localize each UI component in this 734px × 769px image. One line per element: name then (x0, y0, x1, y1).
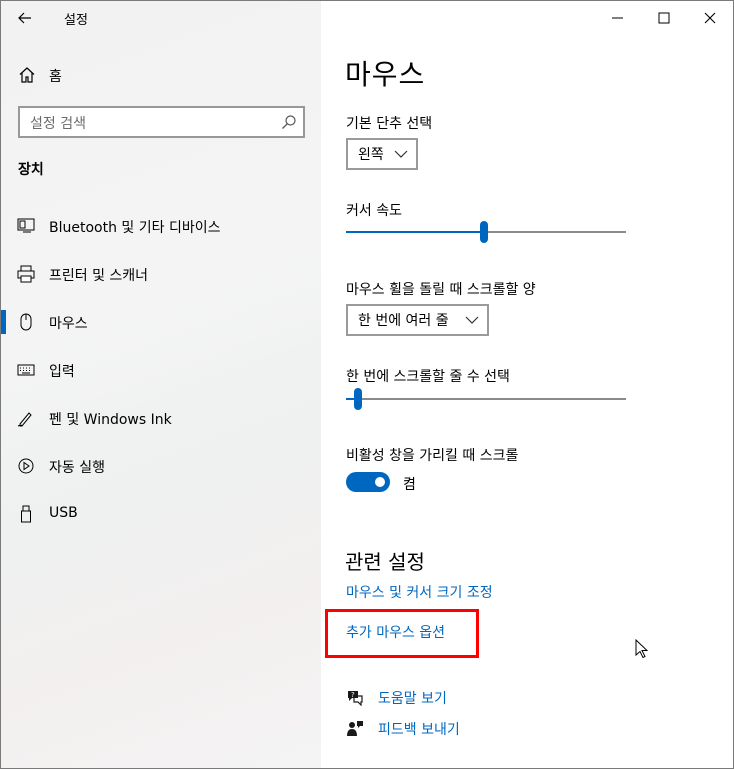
primary-button-value: 왼쪽 (358, 147, 384, 163)
sidebar-item-usb[interactable]: USB (1, 494, 321, 534)
inactive-scroll-toggle[interactable] (346, 472, 390, 492)
sidebar-item-autoplay[interactable]: 자동 실행 (1, 446, 321, 486)
maximize-button[interactable] (641, 1, 687, 35)
sidebar-item-label: 입력 (49, 364, 75, 380)
back-button[interactable] (9, 3, 41, 33)
close-button[interactable] (687, 1, 733, 35)
feedback-icon (347, 721, 363, 736)
minimize-button[interactable] (595, 1, 641, 35)
sidebar-item-pen[interactable]: 펜 및 Windows Ink (1, 398, 321, 438)
slider-thumb[interactable] (354, 388, 362, 410)
active-indicator (1, 310, 6, 334)
sidebar-home[interactable]: 홈 (1, 57, 321, 93)
sidebar-item-label: 프린터 및 스캐너 (49, 268, 149, 284)
get-help-label: 도움말 보기 (378, 691, 447, 707)
sidebar-item-label: 펜 및 Windows Ink (49, 412, 172, 428)
primary-button-label: 기본 단추 선택 (346, 116, 433, 132)
related-settings-title: 관련 설정 (345, 550, 425, 574)
sidebar-item-bluetooth[interactable]: Bluetooth 및 기타 디바이스 (1, 206, 321, 246)
sidebar-item-label: 마우스 (49, 316, 88, 332)
mouse-icon (17, 313, 35, 331)
inactive-scroll-label: 비활성 창을 가리킬 때 스크롤 (346, 448, 519, 464)
primary-button-select[interactable]: 왼쪽 (346, 138, 418, 170)
cursor-speed-label: 커서 속도 (346, 203, 402, 219)
wheel-scroll-label: 마우스 휠을 돌릴 때 스크롤할 양 (346, 282, 536, 298)
sidebar-item-label: Bluetooth 및 기타 디바이스 (49, 220, 221, 236)
search-placeholder: 설정 검색 (30, 116, 86, 132)
sidebar: 설정 홈 설정 검색 장치 Bluetooth 및 기타 디바이스 프린터 및 … (1, 1, 321, 768)
sidebar-home-label: 홈 (49, 69, 62, 85)
sidebar-item-mouse[interactable]: 마우스 (1, 302, 321, 342)
home-icon (19, 67, 35, 83)
svg-text:?: ? (351, 691, 355, 699)
settings-window: 설정 홈 설정 검색 장치 Bluetooth 및 기타 디바이스 프린터 및 … (0, 0, 734, 769)
keyboard-icon (17, 361, 35, 379)
sidebar-item-label: USB (49, 505, 78, 521)
additional-mouse-options-link[interactable]: 추가 마우스 옵션 (346, 622, 445, 642)
sidebar-item-printers[interactable]: 프린터 및 스캐너 (1, 254, 321, 294)
window-title: 설정 (64, 13, 88, 28)
minimize-icon (612, 17, 623, 19)
give-feedback-label: 피드백 보내기 (378, 722, 460, 738)
wheel-scroll-select[interactable]: 한 번에 여러 줄 (346, 304, 489, 336)
page-title: 마우스 (345, 58, 426, 91)
inactive-scroll-state: 켬 (403, 477, 416, 493)
cursor-speed-slider[interactable] (346, 220, 626, 244)
mouse-pointer-icon (635, 639, 649, 659)
bluetooth-devices-icon (17, 217, 35, 235)
lines-to-scroll-slider[interactable] (346, 387, 626, 411)
maximize-icon (658, 12, 670, 24)
printer-icon (17, 265, 35, 283)
slider-track (346, 398, 626, 400)
title-bar: 설정 (1, 1, 321, 35)
main-content: 마우스 기본 단추 선택 왼쪽 커서 속도 마우스 휠을 돌릴 때 스크롤할 양… (321, 1, 733, 768)
back-arrow-icon (18, 12, 31, 24)
lines-to-scroll-label: 한 번에 스크롤할 줄 수 선택 (346, 369, 510, 385)
autoplay-icon (17, 457, 35, 475)
search-icon (282, 115, 296, 129)
sidebar-item-label: 자동 실행 (49, 460, 105, 476)
chevron-down-icon (465, 316, 479, 324)
close-icon (704, 12, 716, 24)
search-input[interactable]: 설정 검색 (18, 106, 305, 138)
sidebar-section-title: 장치 (18, 162, 44, 178)
help-chat-icon: ? (348, 691, 363, 706)
mouse-cursor-size-link[interactable]: 마우스 및 커서 크기 조정 (346, 582, 493, 602)
toggle-knob (375, 477, 385, 487)
slider-fill (346, 231, 484, 233)
wheel-scroll-value: 한 번에 여러 줄 (358, 313, 449, 329)
usb-icon (17, 505, 35, 523)
pen-icon (17, 409, 35, 427)
sidebar-item-typing[interactable]: 입력 (1, 350, 321, 390)
chevron-down-icon (394, 150, 408, 158)
slider-thumb[interactable] (480, 221, 488, 243)
